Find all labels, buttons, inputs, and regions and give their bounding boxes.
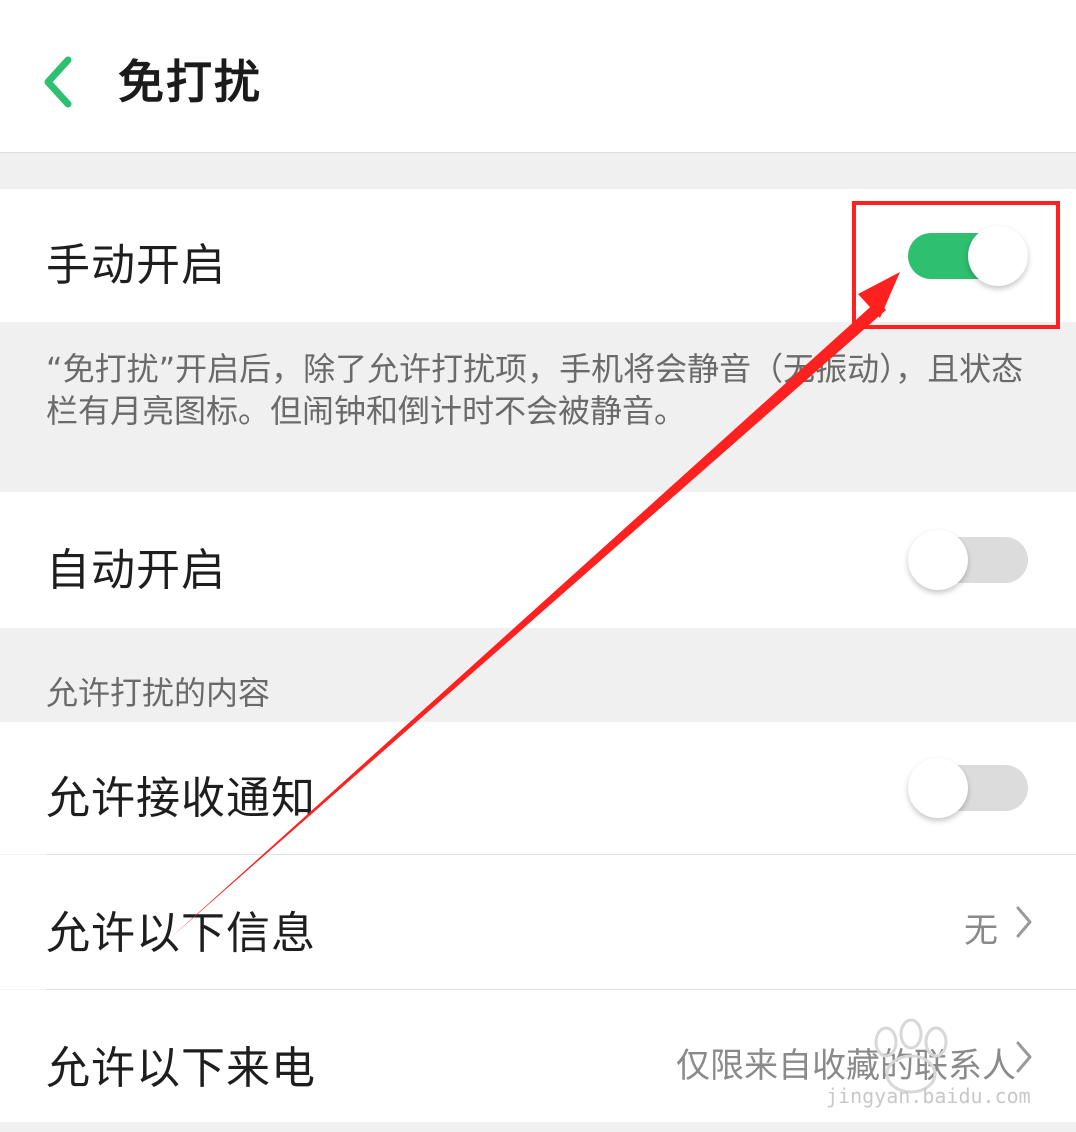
chevron-right-icon (1014, 905, 1034, 939)
auto-enable-toggle[interactable] (908, 530, 1028, 590)
toggle-knob (908, 758, 968, 818)
description-panel: “免打扰”开启后，除了允许打扰项，手机将会静音（无振动），且状态栏有月亮图标。但… (0, 322, 1076, 492)
description-text: “免打扰”开启后，除了允许打扰项，手机将会静音（无振动），且状态栏有月亮图标。但… (46, 350, 1024, 430)
back-button[interactable] (36, 52, 88, 112)
allow-notifications-toggle[interactable] (908, 758, 1028, 818)
allow-messages-row[interactable]: 允许以下信息 无 (0, 855, 1076, 989)
chevron-left-icon (44, 56, 72, 108)
section-title: 允许打扰的内容 (46, 674, 271, 712)
allow-notifications-label: 允许接收通知 (46, 773, 316, 824)
manual-enable-label: 手动开启 (46, 240, 226, 291)
toggle-knob (908, 530, 968, 590)
allow-messages-value: 无 (964, 911, 998, 951)
bottom-strip (0, 1122, 1076, 1132)
page-title: 免打扰 (118, 55, 262, 109)
auto-enable-label: 自动开启 (46, 545, 226, 596)
section-gap (0, 153, 1076, 189)
allow-messages-label: 允许以下信息 (46, 908, 316, 959)
allow-notifications-row[interactable]: 允许接收通知 (0, 722, 1076, 854)
section-header: 允许打扰的内容 (0, 628, 1076, 722)
app-header: 免打扰 (0, 0, 1076, 153)
annotation-highlight-box (852, 201, 1060, 329)
auto-enable-row[interactable]: 自动开启 (0, 492, 1076, 628)
allow-calls-label: 允许以下来电 (46, 1043, 316, 1094)
watermark-text: jingyan.baidu.com (826, 1084, 1031, 1108)
